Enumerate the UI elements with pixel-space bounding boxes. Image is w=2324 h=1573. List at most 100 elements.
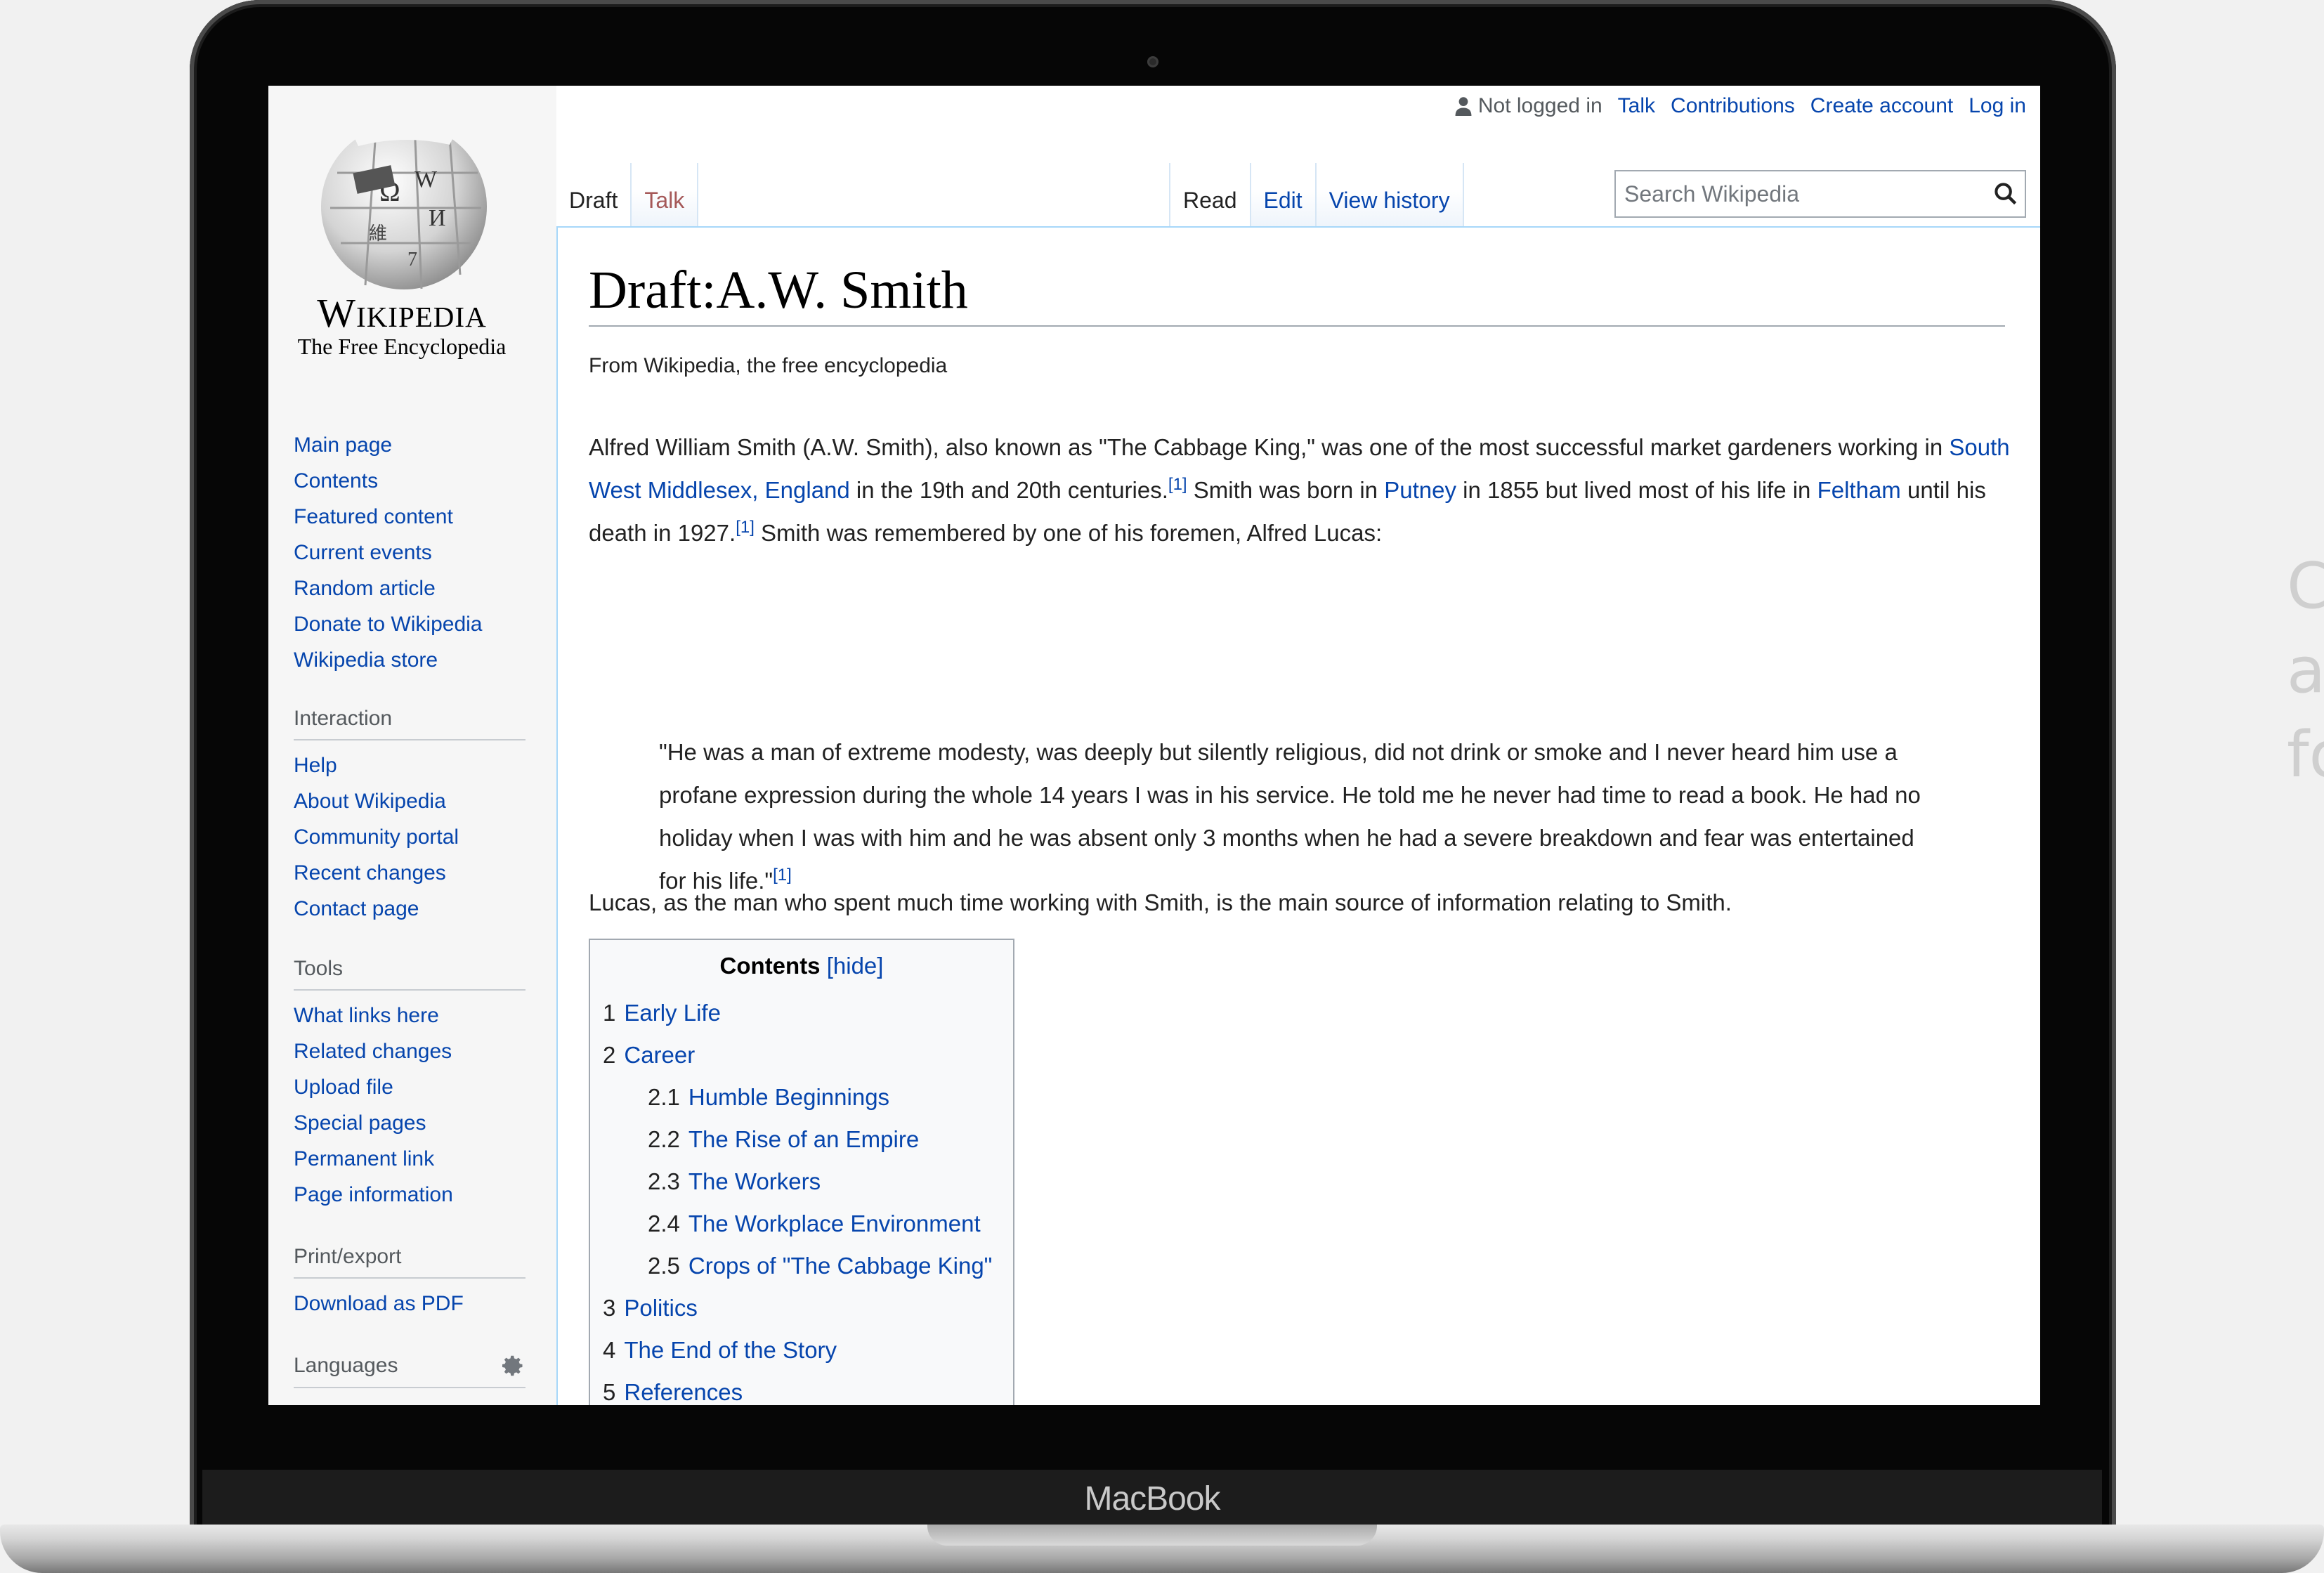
toc-item-link[interactable]: The Rise of an Empire [688, 1126, 919, 1152]
sidebar-item-featured-content[interactable]: Featured content [294, 499, 525, 535]
toc-item-link[interactable]: Career [624, 1042, 695, 1068]
sidebar-heading-languages: Languages [294, 1353, 525, 1388]
toc-list: 1 Early Life 2 Career 2.1 Humble Beginnings 2.… [603, 992, 1000, 1405]
blockquote: "He was a man of extreme modesty, was de… [659, 731, 1938, 902]
toc-item-link[interactable]: Early Life [624, 1000, 721, 1026]
search-input[interactable] [1623, 180, 1994, 208]
toc-item-link[interactable]: The Workplace Environment [688, 1210, 981, 1236]
user-icon [1455, 97, 1472, 116]
wordmark-tagline: The Free Encyclopedia [297, 334, 507, 359]
wikipedia-wordmark[interactable]: Wikipedia The Free Encyclopedia [296, 289, 507, 360]
toc-item-number: 2.3 [648, 1168, 680, 1194]
intro-text-6: Smith was remembered by one of his forem… [754, 520, 1383, 546]
tab-read[interactable]: Read [1169, 163, 1250, 228]
tab-talk[interactable]: Talk [630, 163, 699, 228]
create-account-link[interactable]: Create account [1810, 94, 1953, 118]
sidebar-item-contact-page[interactable]: Contact page [294, 891, 525, 927]
tab-view-history[interactable]: View history [1314, 163, 1464, 228]
sidebar-item-upload-file[interactable]: Upload file [294, 1069, 525, 1105]
lucas-paragraph: Lucas, as the man who spent much time wo… [589, 889, 1732, 915]
sidebar-item-about[interactable]: About Wikipedia [294, 783, 525, 819]
toc-item[interactable]: 2.3 The Workers [603, 1161, 1000, 1203]
sidebar-item-community-portal[interactable]: Community portal [294, 819, 525, 855]
link-feltham[interactable]: Feltham [1817, 477, 1901, 503]
gear-icon[interactable] [500, 1353, 525, 1378]
wordmark-title: Wikipedia [317, 290, 487, 336]
sidebar-item-donate[interactable]: Donate to Wikipedia [294, 606, 525, 642]
device-brand: MacBook [1084, 1480, 1220, 1517]
toc-item[interactable]: 4 The End of the Story [603, 1329, 1000, 1371]
toc-item[interactable]: 2.4 The Workplace Environment [603, 1203, 1000, 1245]
background-side-text: C a fo [2287, 549, 2324, 792]
toc-item[interactable]: 2.5 Crops of "The Cabbage King" [603, 1245, 1000, 1287]
article-content: Draft:A.W. Smith From Wikipedia, the fre… [556, 228, 2040, 1405]
sidebar-item-download-pdf[interactable]: Download as PDF [294, 1286, 525, 1321]
svg-text:7: 7 [407, 249, 417, 270]
not-logged-in-label: Not logged in [1477, 94, 1602, 117]
sidebar-item-help[interactable]: Help [294, 748, 525, 783]
toc-item-link[interactable]: References [624, 1379, 743, 1405]
svg-text:И: И [429, 205, 446, 231]
sidebar-languages: Languages [294, 1353, 525, 1395]
sidebar-item-related-changes[interactable]: Related changes [294, 1033, 525, 1069]
toc-item-link[interactable]: The End of the Story [624, 1337, 837, 1363]
toc-title-label: Contents [719, 953, 821, 979]
toc-item[interactable]: 2.2 The Rise of an Empire [603, 1118, 1000, 1161]
svg-text:W: W [414, 167, 438, 192]
toc-item-link[interactable]: Humble Beginnings [688, 1084, 889, 1110]
toc-item[interactable]: 1 Early Life [603, 992, 1000, 1034]
toc-item-number: 2.5 [648, 1253, 680, 1279]
sidebar: Ω W И 維 7 Wikipedia The Free Encyclopedi… [268, 86, 556, 1405]
toc-hide-toggle[interactable]: [hide] [827, 953, 884, 979]
page-title: Draft:A.W. Smith [589, 260, 2005, 327]
citation-1[interactable]: [1] [1168, 475, 1187, 494]
personal-tools: Not logged in Talk Contributions Create … [1454, 94, 2026, 118]
personal-talk-link[interactable]: Talk [1618, 94, 1655, 118]
sidebar-item-current-events[interactable]: Current events [294, 535, 525, 570]
tab-draft[interactable]: Draft [556, 163, 631, 228]
citation-2-label[interactable]: [1] [736, 518, 755, 537]
sidebar-item-contents[interactable]: Contents [294, 463, 525, 499]
camera [1147, 56, 1158, 67]
sidebar-item-permanent-link[interactable]: Permanent link [294, 1141, 525, 1177]
quote-text: "He was a man of extreme modesty, was de… [659, 739, 1921, 894]
action-tabs: Read Edit View history [1169, 163, 1464, 228]
tab-edit[interactable]: Edit [1249, 163, 1315, 228]
toc-item-link[interactable]: Crops of "The Cabbage King" [688, 1253, 993, 1279]
sidebar-item-special-pages[interactable]: Special pages [294, 1105, 525, 1141]
intro-text-1: Alfred William Smith (A.W. Smith), also … [589, 434, 1950, 460]
citation-1-label[interactable]: [1] [1168, 475, 1187, 494]
wikipedia-globe-icon[interactable]: Ω W И 維 7 [309, 103, 499, 292]
citation-2[interactable]: [1] [736, 518, 755, 537]
search-icon[interactable] [1994, 182, 2018, 206]
toc-item[interactable]: 2 Career [603, 1034, 1000, 1076]
sidebar-heading-tools: Tools [294, 957, 525, 991]
sidebar-tools: Tools What links here Related changes Up… [294, 957, 525, 1213]
sidebar-item-random-article[interactable]: Random article [294, 570, 525, 606]
languages-label: Languages [294, 1354, 398, 1377]
intro-paragraph: Alfred William Smith (A.W. Smith), also … [589, 426, 2022, 554]
sidebar-navigation: Main page Contents Featured content Curr… [294, 427, 525, 678]
toc-title: Contents [hide] [603, 953, 1000, 979]
intro-text-4: in 1855 but lived most of his life in [1456, 477, 1817, 503]
sidebar-item-recent-changes[interactable]: Recent changes [294, 855, 525, 891]
toc-item[interactable]: 5 References [603, 1371, 1000, 1405]
sidebar-item-page-information[interactable]: Page information [294, 1177, 525, 1213]
link-putney[interactable]: Putney [1384, 477, 1456, 503]
toc-item-number: 4 [603, 1337, 616, 1363]
contributions-link[interactable]: Contributions [1671, 94, 1795, 118]
toc-item-number: 1 [603, 1000, 616, 1026]
hinge-notch [927, 1525, 1377, 1546]
sidebar-item-what-links-here[interactable]: What links here [294, 998, 525, 1033]
toc-item-link[interactable]: The Workers [688, 1168, 821, 1194]
sidebar-item-main-page[interactable]: Main page [294, 427, 525, 463]
log-in-link[interactable]: Log in [1969, 94, 2026, 118]
search-box[interactable] [1614, 170, 2026, 218]
toc-item[interactable]: 3 Politics [603, 1287, 1000, 1329]
sidebar-heading-interaction: Interaction [294, 707, 525, 740]
sidebar-heading-print-export: Print/export [294, 1245, 525, 1279]
toc-item-link[interactable]: Politics [624, 1295, 698, 1321]
toc-item-number: 2.4 [648, 1210, 680, 1236]
sidebar-item-store[interactable]: Wikipedia store [294, 642, 525, 678]
toc-item[interactable]: 2.1 Humble Beginnings [603, 1076, 1000, 1118]
